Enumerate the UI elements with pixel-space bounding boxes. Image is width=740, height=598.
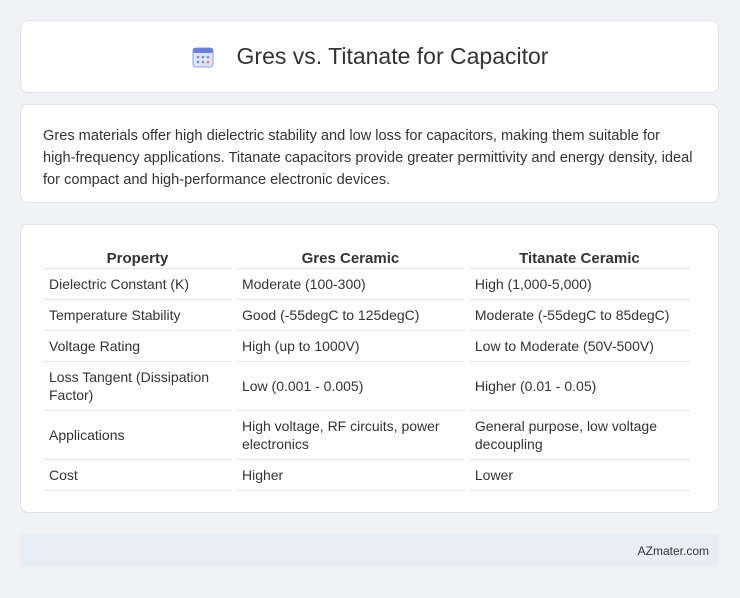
gres-cell: Good (-55degC to 125degC) bbox=[235, 300, 465, 331]
property-cell: Voltage Rating bbox=[43, 331, 232, 362]
table-row: Dielectric Constant (K) Moderate (100-30… bbox=[43, 269, 690, 300]
column-header-gres: Gres Ceramic bbox=[235, 245, 465, 269]
summary-text: Gres materials offer high dielectric sta… bbox=[43, 128, 693, 188]
table-header-row: Property Gres Ceramic Titanate Ceramic bbox=[43, 245, 690, 269]
gres-cell: Higher bbox=[235, 460, 465, 491]
comparison-card: Property Gres Ceramic Titanate Ceramic D… bbox=[20, 224, 719, 513]
gres-cell: High voltage, RF circuits, power electro… bbox=[235, 411, 465, 460]
property-cell: Loss Tangent (Dissipation Factor) bbox=[43, 362, 232, 411]
titanate-cell: Higher (0.01 - 0.05) bbox=[468, 362, 690, 411]
footer: AZmater.com bbox=[20, 534, 719, 567]
titanate-cell: General purpose, low voltage decoupling bbox=[468, 411, 690, 460]
calendar-icon bbox=[191, 45, 215, 69]
summary-card: Gres materials offer high dielectric sta… bbox=[20, 104, 719, 203]
property-cell: Dielectric Constant (K) bbox=[43, 269, 232, 300]
table-row: Cost Higher Lower bbox=[43, 460, 690, 491]
property-cell: Applications bbox=[43, 411, 232, 460]
footer-brand-link[interactable]: AZmater.com bbox=[638, 544, 709, 558]
column-header-property: Property bbox=[43, 245, 232, 269]
column-header-titanate: Titanate Ceramic bbox=[468, 245, 690, 269]
gres-cell: Low (0.001 - 0.005) bbox=[235, 362, 465, 411]
titanate-cell: Low to Moderate (50V-500V) bbox=[468, 331, 690, 362]
comparison-table: Property Gres Ceramic Titanate Ceramic D… bbox=[39, 245, 694, 491]
titanate-cell: High (1,000-5,000) bbox=[468, 269, 690, 300]
property-cell: Temperature Stability bbox=[43, 300, 232, 331]
titanate-cell: Lower bbox=[468, 460, 690, 491]
property-cell: Cost bbox=[43, 460, 232, 491]
gres-cell: High (up to 1000V) bbox=[235, 331, 465, 362]
page-title: Gres vs. Titanate for Capacitor bbox=[236, 43, 549, 69]
gres-cell: Moderate (100-300) bbox=[235, 269, 465, 300]
title-card: Gres vs. Titanate for Capacitor bbox=[20, 20, 719, 93]
table-row: Temperature Stability Good (-55degC to 1… bbox=[43, 300, 690, 331]
table-row: Loss Tangent (Dissipation Factor) Low (0… bbox=[43, 362, 690, 411]
table-row: Applications High voltage, RF circuits, … bbox=[43, 411, 690, 460]
table-row: Voltage Rating High (up to 1000V) Low to… bbox=[43, 331, 690, 362]
titanate-cell: Moderate (-55degC to 85degC) bbox=[468, 300, 690, 331]
